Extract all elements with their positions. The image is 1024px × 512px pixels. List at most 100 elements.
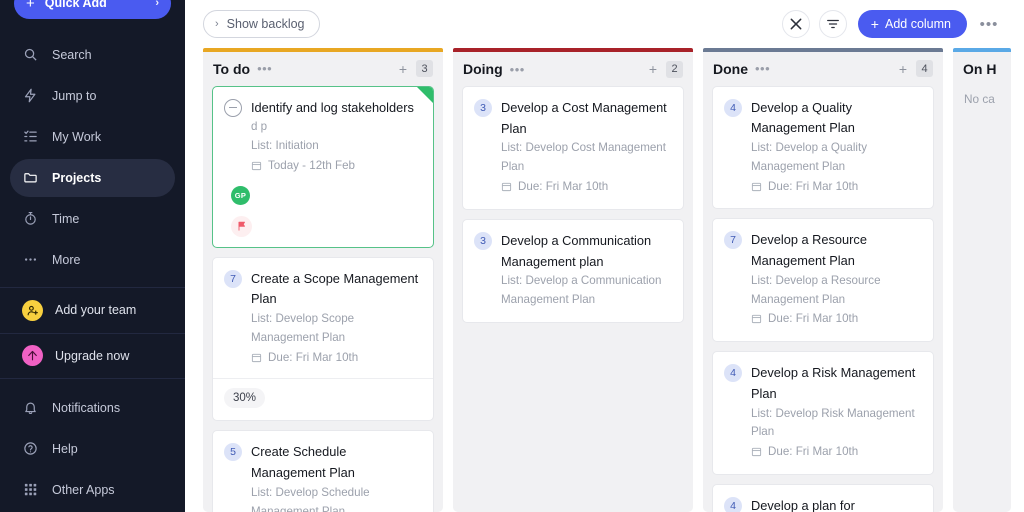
card-number-badge: 3 [474, 231, 492, 250]
show-backlog-button[interactable]: › Show backlog [203, 10, 320, 38]
quick-add-button[interactable]: + Quick Add › [14, 0, 171, 19]
column-menu-icon[interactable]: ••• [755, 61, 770, 76]
card-list-name: List: Develop a Communication Management… [501, 274, 662, 306]
sidebar-item-jump-to[interactable]: Jump to [10, 77, 175, 115]
card-meta: d p List: Initiation Today - 12th Feb [224, 118, 421, 175]
card[interactable]: 3 Develop a Cost Management Plan List: D… [462, 86, 684, 210]
card[interactable]: 4 Develop a plan for Stakeholder [712, 484, 934, 512]
card-due-label: Due: Fri Mar 10th [518, 180, 609, 193]
card-due-label: Due: Fri Mar 10th [268, 350, 359, 364]
card-top: 3 Develop a Communication Management pla… [474, 231, 671, 272]
card-list-name: List: Develop Cost Management Plan [501, 141, 666, 174]
card-list-name: List: Develop a Quality Management Plan [751, 141, 867, 173]
chevron-right-icon: › [215, 18, 219, 30]
upgrade-arrow-icon [22, 345, 43, 367]
column-cards: 4 Develop a Quality Management Plan List… [712, 85, 934, 512]
card[interactable]: 5 Create Schedule Management Plan List: … [212, 430, 434, 512]
card-list-name: List: Develop Schedule Management Plan [251, 485, 370, 512]
lightning-icon [22, 88, 38, 104]
column-count-badge: 4 [916, 60, 933, 78]
sidebar-item-more[interactable]: More [10, 241, 175, 279]
card-meta: List: Develop a Quality Management Plan … [724, 139, 921, 196]
card-priority-flag[interactable] [224, 215, 421, 237]
card[interactable]: 7 Develop a Resource Management Plan Lis… [712, 218, 934, 343]
column-body: Doing ••• + 2 3 Develop a Cost Managemen… [453, 52, 693, 512]
column-menu-icon[interactable]: ••• [257, 61, 272, 76]
card-list-name: List: Develop a Resource Management Plan [751, 273, 881, 306]
sidebar-bottom-nav: Notifications Help Other Apps [0, 386, 185, 512]
column-menu-icon[interactable]: ••• [510, 62, 525, 77]
card[interactable]: 4 Develop a Quality Management Plan List… [712, 85, 934, 210]
column-cards: No ca [962, 86, 1011, 512]
sidebar-item-label: Add your team [55, 303, 137, 318]
sidebar-item-projects[interactable]: Projects [10, 158, 175, 197]
flag-icon [231, 215, 252, 237]
circle-minus-icon[interactable] [224, 98, 242, 117]
card-title: Develop a Quality Management Plan [751, 99, 855, 136]
card-avatars: GP [224, 185, 421, 205]
calendar-icon [251, 160, 262, 171]
sidebar-item-upgrade-now[interactable]: Upgrade now [0, 338, 185, 373]
card[interactable]: Identify and log stakeholders d p List: … [212, 85, 434, 248]
card-meta: List: Develop a Resource Management Plan… [724, 272, 921, 329]
add-person-icon [22, 299, 43, 321]
sidebar-nav: Search Jump to My Work Projects Time Mor… [0, 33, 185, 282]
card-meta: List: Develop Cost Management Plan Due: … [474, 139, 671, 196]
sidebar: + Quick Add › Search Jump to My Work Pro… [0, 0, 185, 512]
card-top: 3 Develop a Cost Management Plan [474, 98, 671, 139]
calendar-icon [251, 352, 262, 363]
plus-icon: + [26, 0, 35, 12]
sidebar-item-time[interactable]: Time [10, 200, 175, 238]
card-subtitle: d p [251, 120, 268, 134]
column-cards: Identify and log stakeholders d p List: … [212, 85, 434, 512]
card-top: 4 Develop a plan for Stakeholder [724, 496, 921, 512]
card[interactable]: 4 Develop a Risk Management Plan List: D… [712, 351, 934, 475]
sidebar-divider-1 [0, 286, 185, 288]
plus-icon: + [870, 16, 879, 32]
column-cards: 3 Develop a Cost Management Plan List: D… [462, 86, 684, 512]
board-column-doing: Doing ••• + 2 3 Develop a Cost Managemen… [453, 48, 693, 512]
column-body: On H No ca [953, 52, 1011, 512]
card-meta: List: Develop Scope Management Plan Due:… [224, 310, 421, 367]
grid-apps-icon [22, 482, 38, 498]
sidebar-item-label: Projects [52, 170, 102, 185]
card-due-row: Today - 12th Feb [251, 157, 421, 176]
sidebar-item-label: Time [52, 211, 80, 226]
card-due-row: Due: Fri Mar 10th [251, 349, 421, 368]
sidebar-item-other-apps[interactable]: Other Apps [10, 471, 175, 509]
card-number-badge: 3 [474, 99, 492, 117]
card-list-name: List: Initiation [251, 139, 319, 153]
card-title: Identify and log stakeholders [251, 99, 414, 115]
sidebar-item-add-your-team[interactable]: Add your team [0, 293, 185, 328]
add-card-icon[interactable]: + [899, 61, 907, 77]
card-top: Identify and log stakeholders [224, 98, 421, 119]
card[interactable]: 7 Create a Scope Management Plan List: D… [212, 256, 434, 422]
sidebar-item-help[interactable]: Help [10, 430, 175, 468]
card-due-row: Due: Fri Mar 10th [751, 443, 921, 462]
board-more-menu-icon[interactable]: ••• [976, 11, 1002, 37]
sidebar-item-search[interactable]: Search [10, 36, 175, 74]
filter-funnel-icon[interactable] [818, 10, 847, 38]
card-top: 7 Create a Scope Management Plan [224, 269, 421, 310]
progress-badge: 30% [224, 388, 266, 409]
sidebar-item-my-work[interactable]: My Work [10, 118, 175, 156]
card[interactable]: 3 Develop a Communication Management pla… [462, 218, 684, 323]
list-checks-icon [22, 129, 38, 145]
card-due-label: Due: Fri Mar 10th [768, 445, 859, 459]
chevron-right-icon: › [155, 0, 159, 10]
card-due-row: Due: Fri Mar 10th [751, 310, 921, 329]
card-top: 7 Develop a Resource Management Plan [724, 230, 921, 271]
expand-arrows-icon[interactable] [781, 10, 810, 38]
add-card-icon[interactable]: + [649, 61, 657, 77]
card-title: Develop a Risk Management Plan [751, 365, 916, 401]
sidebar-item-label: More [52, 252, 81, 267]
avatar[interactable]: GP [231, 185, 250, 205]
calendar-icon [751, 313, 762, 324]
card-title: Create a Scope Management Plan [251, 270, 419, 307]
card-footer: 30% [213, 378, 433, 409]
add-card-icon[interactable]: + [399, 61, 407, 77]
calendar-icon [751, 446, 762, 457]
sidebar-item-label: Other Apps [52, 482, 115, 497]
sidebar-item-notifications[interactable]: Notifications [10, 389, 175, 427]
add-column-button[interactable]: + Add column [857, 10, 967, 38]
